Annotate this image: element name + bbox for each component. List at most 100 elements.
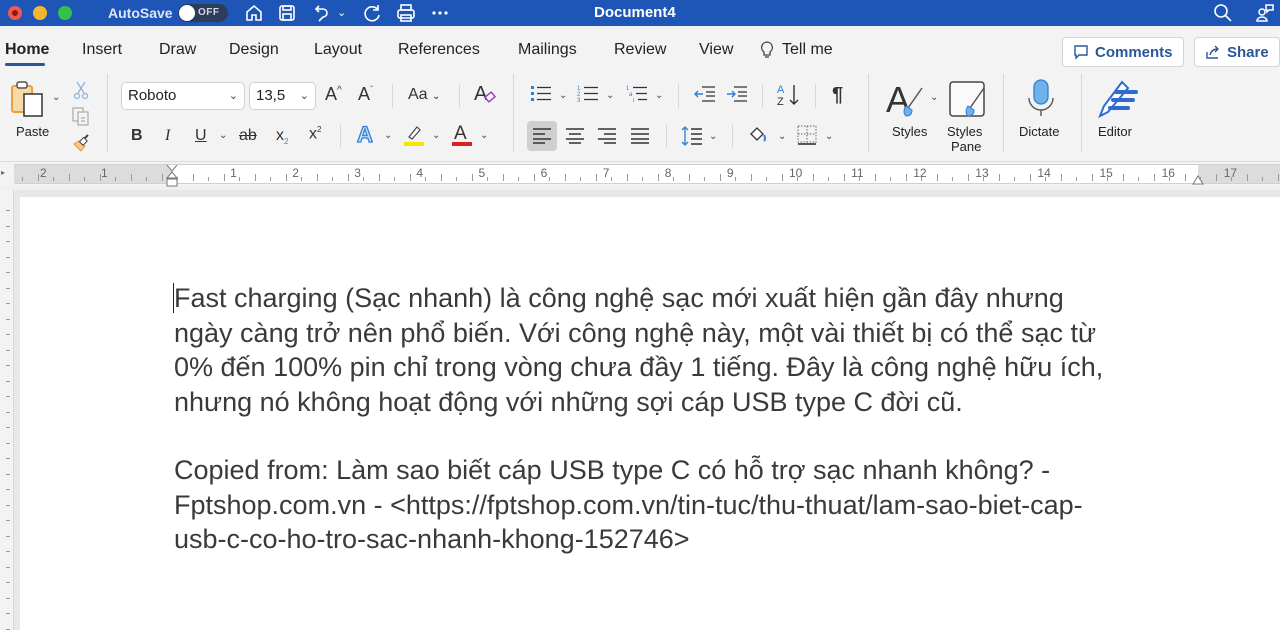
- indent-markers[interactable]: [165, 164, 179, 187]
- tab-view[interactable]: View: [699, 41, 733, 59]
- horizontal-ruler[interactable]: ▸ 2 1 1 2 3 4 5 6 7 8 9 10 11 12 13 14 15 16 17: [0, 162, 1280, 187]
- justify-icon[interactable]: [630, 127, 650, 145]
- superscript-button[interactable]: x2: [309, 125, 321, 143]
- close-window-button[interactable]: [8, 6, 22, 20]
- paste-button[interactable]: [10, 80, 46, 118]
- tab-mailings[interactable]: Mailings: [518, 41, 577, 59]
- clear-formatting-icon[interactable]: A: [474, 82, 496, 106]
- highlight-color-icon[interactable]: [403, 122, 425, 148]
- strikethrough-button[interactable]: ab: [239, 127, 257, 145]
- decrease-indent-icon[interactable]: [694, 85, 716, 103]
- ruler-tick: [874, 174, 876, 181]
- text-effects-dropdown-chevron-icon[interactable]: ⌄: [384, 130, 392, 141]
- ruler-tick: [6, 272, 10, 273]
- vertical-ruler[interactable]: [0, 190, 14, 630]
- ribbon-home: ⌄ Paste Roboto ⌄ 13,5 ⌄ A^ Aˇ Aa ⌄ A B I…: [0, 70, 1280, 162]
- right-indent-marker[interactable]: [1192, 172, 1204, 185]
- line-spacing-icon[interactable]: [681, 125, 703, 147]
- save-icon[interactable]: [276, 2, 298, 24]
- ruler-tab-selector-icon[interactable]: ▸: [1, 168, 5, 177]
- account-icon[interactable]: [1254, 2, 1276, 24]
- minimize-window-button[interactable]: [33, 6, 47, 20]
- tell-me-search[interactable]: Tell me: [760, 41, 833, 59]
- home-icon[interactable]: [243, 2, 265, 24]
- numbering-icon[interactable]: 123: [577, 84, 599, 104]
- share-button[interactable]: Share: [1194, 37, 1280, 67]
- ruler-tick: [301, 177, 302, 181]
- font-size-select[interactable]: 13,5 ⌄: [249, 82, 316, 110]
- autosave-toggle[interactable]: OFF: [178, 4, 228, 22]
- line-spacing-dropdown-chevron-icon[interactable]: ⌄: [709, 131, 717, 142]
- numbering-dropdown-chevron-icon[interactable]: ⌄: [606, 90, 614, 101]
- sort-icon[interactable]: AZ: [777, 82, 801, 108]
- text-effects-icon[interactable]: A: [356, 122, 378, 146]
- change-case-button[interactable]: Aa ⌄: [408, 86, 440, 104]
- ruler-tick: [378, 174, 380, 181]
- ruler-tick: [688, 174, 690, 181]
- tab-review[interactable]: Review: [614, 41, 666, 59]
- comments-button[interactable]: Comments: [1062, 37, 1184, 67]
- undo-dropdown-chevron-icon[interactable]: ⌄: [337, 6, 349, 28]
- copy-icon[interactable]: [71, 106, 91, 126]
- increase-indent-icon[interactable]: [726, 85, 748, 103]
- paste-dropdown-chevron-icon[interactable]: ⌄: [52, 92, 60, 103]
- more-icon[interactable]: [429, 2, 451, 24]
- highlight-dropdown-chevron-icon[interactable]: ⌄: [432, 130, 440, 141]
- multilevel-dropdown-chevron-icon[interactable]: ⌄: [655, 90, 663, 101]
- ruler-tick: [580, 177, 581, 181]
- shading-icon[interactable]: [748, 125, 770, 145]
- ruler-tick: [859, 177, 860, 181]
- ruler-tick: [192, 174, 194, 181]
- font-color-icon[interactable]: A: [451, 122, 473, 148]
- tab-design[interactable]: Design: [229, 41, 279, 59]
- paragraph-1[interactable]: Fast charging (Sạc nhanh) là công nghệ s…: [174, 281, 1214, 419]
- bold-button[interactable]: B: [131, 127, 143, 145]
- align-center-icon[interactable]: [565, 127, 585, 145]
- editor-button[interactable]: [1096, 78, 1138, 120]
- multilevel-list-icon[interactable]: 1ai: [626, 84, 648, 104]
- ruler-tick: [6, 597, 10, 599]
- tab-insert[interactable]: Insert: [82, 41, 122, 59]
- undo-icon[interactable]: [310, 2, 332, 24]
- dictate-button[interactable]: [1027, 78, 1055, 118]
- document-page[interactable]: Fast charging (Sạc nhanh) là công nghệ s…: [20, 197, 1280, 630]
- search-icon[interactable]: [1212, 2, 1234, 24]
- paragraph-2[interactable]: Copied from: Làm sao biết cáp USB type C…: [174, 453, 1214, 557]
- ruler-number: 7: [602, 166, 610, 180]
- print-icon[interactable]: [395, 2, 417, 24]
- tab-references[interactable]: References: [398, 41, 480, 59]
- subscript-glyph: x: [276, 127, 284, 144]
- styles-dropdown-chevron-icon[interactable]: ⌄: [930, 92, 938, 103]
- divider: [666, 124, 667, 148]
- tab-layout[interactable]: Layout: [314, 41, 362, 59]
- subscript-button[interactable]: x2: [276, 127, 288, 146]
- styles-gallery-icon[interactable]: A: [886, 80, 928, 120]
- italic-button[interactable]: I: [165, 127, 170, 145]
- divider: [1003, 74, 1004, 152]
- underline-button[interactable]: U: [195, 127, 207, 145]
- font-color-dropdown-chevron-icon[interactable]: ⌄: [480, 130, 488, 141]
- ruler-tick: [1153, 174, 1155, 181]
- redo-icon[interactable]: [361, 2, 383, 24]
- increase-font-size-button[interactable]: A^: [325, 84, 342, 105]
- font-name-select[interactable]: Roboto ⌄: [121, 82, 245, 110]
- format-painter-icon[interactable]: [71, 132, 91, 152]
- underline-dropdown-chevron-icon[interactable]: ⌄: [219, 130, 227, 141]
- borders-icon[interactable]: [797, 125, 817, 145]
- tab-draw[interactable]: Draw: [159, 41, 196, 59]
- ruler-tick: [6, 473, 10, 475]
- styles-pane-button[interactable]: [948, 80, 988, 120]
- tab-home[interactable]: Home: [5, 41, 49, 59]
- align-right-icon[interactable]: [597, 127, 617, 145]
- bullets-icon[interactable]: [530, 84, 552, 104]
- decrease-font-size-button[interactable]: Aˇ: [358, 84, 373, 105]
- cut-icon[interactable]: [72, 80, 90, 100]
- borders-dropdown-chevron-icon[interactable]: ⌄: [825, 131, 833, 142]
- shading-dropdown-chevron-icon[interactable]: ⌄: [778, 131, 786, 142]
- text-line: Fptshop.com.vn - <https://fptshop.com.vn…: [174, 489, 1083, 520]
- show-formatting-marks-button[interactable]: ¶: [832, 84, 843, 107]
- ruler-tick: [471, 174, 473, 181]
- ruler-tick: [223, 174, 225, 181]
- maximize-window-button[interactable]: [58, 6, 72, 20]
- bullets-dropdown-chevron-icon[interactable]: ⌄: [559, 90, 567, 101]
